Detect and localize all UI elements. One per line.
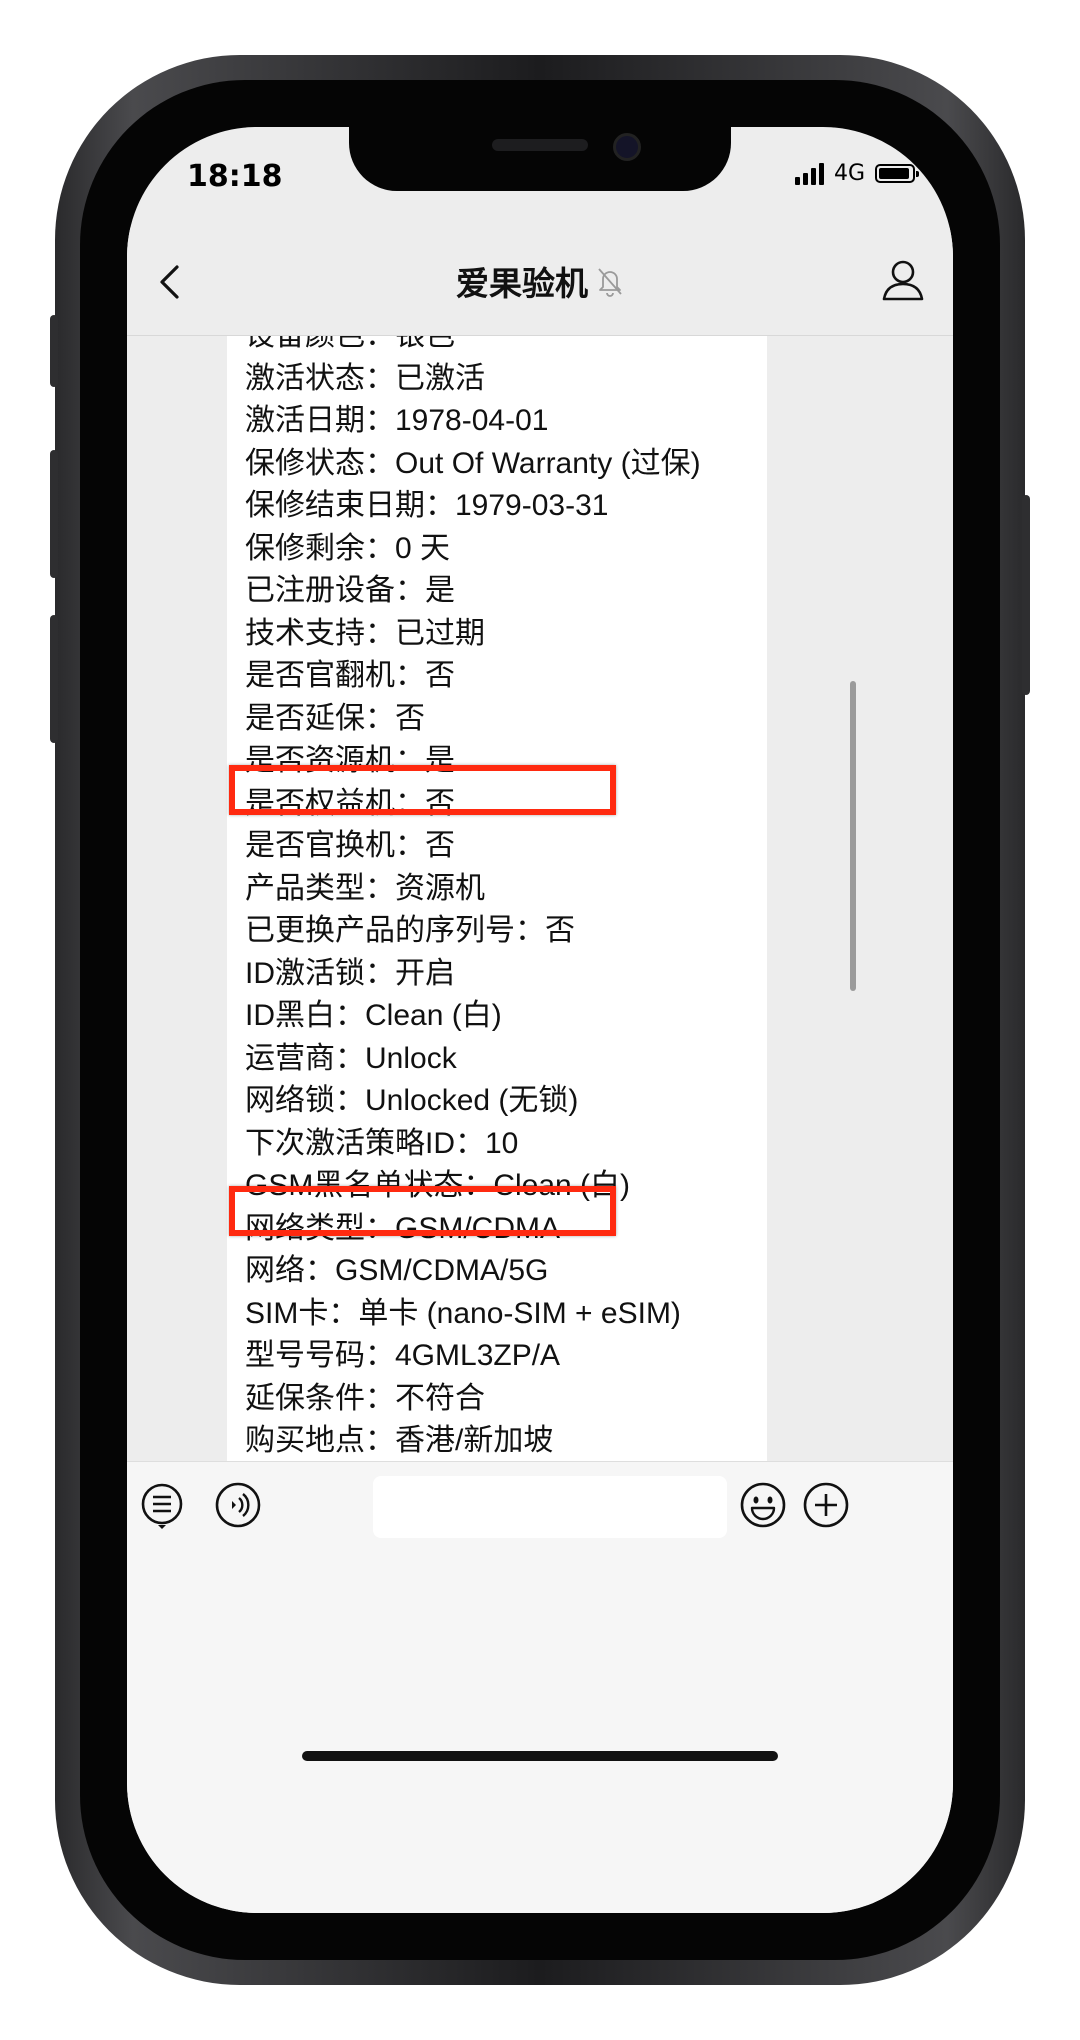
emoji-button[interactable] bbox=[738, 1480, 788, 1530]
report-line: 技术支持：已过期 bbox=[245, 616, 485, 650]
chat-title: 爱果验机 bbox=[127, 257, 953, 305]
chat-header: 爱果验机 bbox=[127, 227, 953, 336]
message-input[interactable] bbox=[373, 1476, 727, 1538]
volume-up-button bbox=[50, 450, 58, 578]
report-line: 网络：GSM/CDMA/5G bbox=[245, 1254, 549, 1287]
phone-screen: 18:18 4G 爱果验机 激活状态：已激活 激活日期：1978-04-01 保… bbox=[127, 127, 953, 1913]
battery-icon bbox=[875, 164, 919, 183]
input-bar bbox=[127, 1461, 953, 1552]
report-line: 保修结束日期：1979-03-31 bbox=[245, 489, 609, 522]
report-line: ID黑白：Clean (白) bbox=[245, 999, 502, 1032]
status-indicators: 4G bbox=[794, 161, 919, 186]
voice-icon bbox=[215, 1482, 261, 1528]
report-line: 激活日期：1978-04-01 bbox=[245, 404, 549, 437]
signal-icon bbox=[794, 162, 824, 185]
report-line: SIM卡：单卡 (nano-SIM + eSIM) bbox=[245, 1296, 681, 1330]
report-line: 是否官换机：否 bbox=[245, 829, 455, 862]
highlight-box-product-type bbox=[229, 765, 616, 815]
notch bbox=[349, 127, 731, 191]
report-line: 激活状态：已激活 bbox=[245, 361, 485, 395]
report-line: 型号号码：4GML3ZP/A bbox=[245, 1339, 561, 1372]
home-indicator[interactable] bbox=[302, 1751, 778, 1761]
report-line: 是否官翻机：否 bbox=[245, 659, 455, 692]
voice-button[interactable] bbox=[213, 1480, 263, 1530]
report-line: 保修剩余：0 天 bbox=[245, 531, 451, 565]
network-type: 4G bbox=[833, 161, 865, 186]
speaker bbox=[492, 139, 588, 151]
chat-title-text: 爱果验机 bbox=[456, 264, 588, 303]
chat-messages[interactable]: 设备颜色：银色激活状态：已激活激活日期：1978-04-01 保修状态：Out O… bbox=[127, 336, 953, 1461]
report-line: 设备颜色：银色 bbox=[245, 336, 665, 358]
status-time: 18:18 bbox=[187, 159, 283, 194]
mute-switch bbox=[50, 315, 58, 387]
report-line: ID激活锁：开启 bbox=[245, 956, 455, 990]
menu-button[interactable] bbox=[137, 1480, 187, 1530]
report-line: 延保条件：不符合 bbox=[245, 1381, 485, 1415]
chat-profile-button[interactable] bbox=[875, 253, 931, 309]
highlight-box-purchase-location bbox=[229, 1186, 616, 1236]
add-button[interactable] bbox=[801, 1480, 851, 1530]
report-line: 运营商：Unlock bbox=[245, 1041, 457, 1075]
emoji-icon bbox=[740, 1482, 786, 1528]
report-line: 下次激活策略ID：10 bbox=[245, 1126, 519, 1160]
front-camera bbox=[613, 133, 641, 161]
bell-off-icon bbox=[598, 268, 622, 297]
report-line: 购买地点：香港/新加坡 bbox=[245, 1424, 554, 1457]
user-icon bbox=[882, 260, 924, 301]
report-line: 网络锁：Unlocked (无锁) bbox=[245, 1084, 579, 1117]
report-line: 产品类型：资源机 bbox=[245, 871, 485, 905]
device-report: 设备颜色：银色激活状态：已激活激活日期：1978-04-01 保修状态：Out O… bbox=[245, 336, 701, 1461]
volume-down-button bbox=[50, 615, 58, 743]
report-line: 已注册设备：是 bbox=[245, 574, 455, 607]
list-icon bbox=[141, 1483, 183, 1529]
scrollbar[interactable] bbox=[850, 681, 856, 991]
report-line: 是否延保：否 bbox=[245, 701, 425, 735]
power-button bbox=[1022, 495, 1030, 695]
report-line: 保修状态：Out Of Warranty (过保) bbox=[245, 446, 701, 480]
report-line: 已更换产品的序列号：否 bbox=[245, 914, 575, 947]
plus-icon bbox=[803, 1482, 849, 1528]
safe-area bbox=[127, 1551, 953, 1913]
